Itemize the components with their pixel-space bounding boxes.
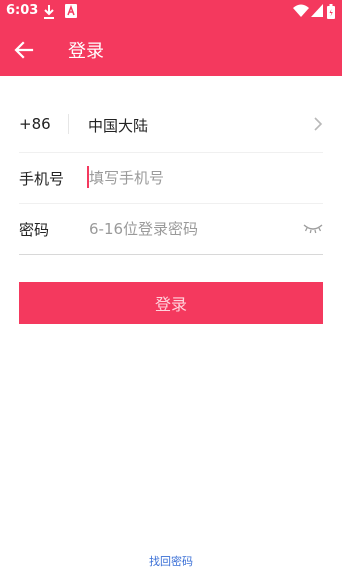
password-label: 密码 [19, 221, 50, 239]
country-code: +86 [19, 115, 51, 133]
status-bar: 6:03 [0, 0, 342, 24]
page-title: 登录 [68, 41, 104, 62]
download-icon [44, 5, 54, 19]
phone-input[interactable] [87, 164, 289, 192]
region-selector[interactable]: +86 中国大陆 [19, 100, 323, 148]
wifi-icon [293, 4, 309, 17]
eye-closed-icon[interactable] [303, 221, 323, 235]
status-time: 6:03 [6, 3, 39, 18]
app-bar: 登录 [0, 24, 342, 76]
password-row: 密码 [19, 204, 323, 255]
vertical-divider [68, 114, 69, 134]
chevron-right-icon [314, 117, 323, 131]
signal-icon [311, 4, 323, 17]
forgot-password-link[interactable]: 找回密码 [0, 553, 342, 569]
text-caret [87, 166, 89, 188]
arrow-left-icon[interactable] [10, 36, 38, 64]
login-button[interactable]: 登录 [19, 282, 323, 324]
password-input[interactable] [87, 215, 289, 243]
region-name: 中国大陆 [88, 117, 149, 135]
phone-label: 手机号 [19, 170, 65, 188]
app-notification-icon [65, 4, 77, 18]
battery-icon [327, 4, 335, 19]
phone-row: 手机号 [19, 152, 323, 204]
